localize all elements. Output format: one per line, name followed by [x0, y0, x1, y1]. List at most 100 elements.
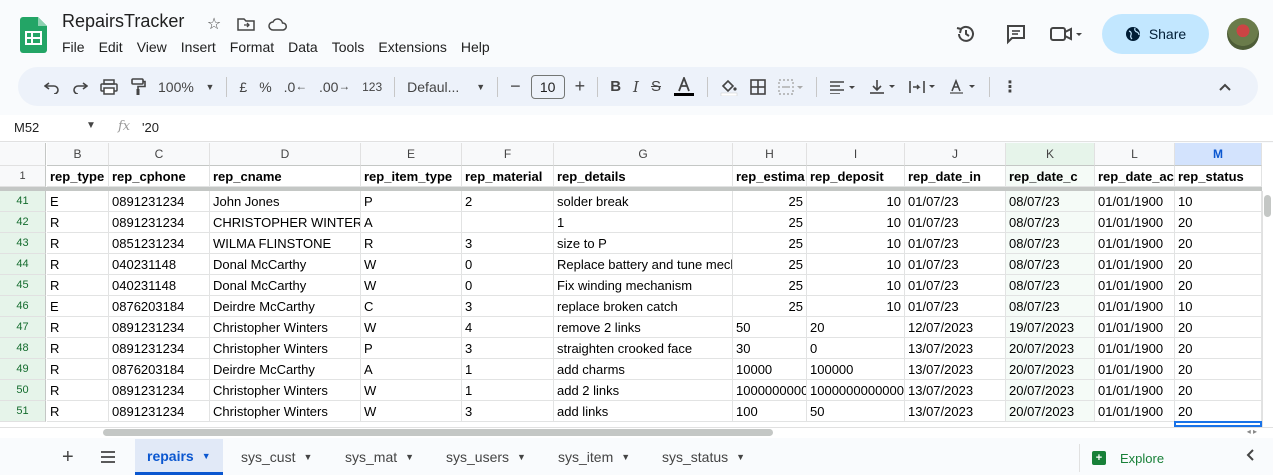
currency-format-button[interactable]: £ [233, 73, 253, 101]
table-cell[interactable]: P [361, 338, 462, 359]
table-cell[interactable]: W [361, 401, 462, 422]
table-cell[interactable]: Donal McCarthy [210, 275, 361, 296]
table-cell[interactable]: 50 [733, 317, 807, 338]
table-cell[interactable] [462, 212, 554, 233]
row-header[interactable]: 1 [0, 166, 46, 187]
table-cell[interactable]: 20/07/2023 [1006, 338, 1095, 359]
table-cell[interactable]: Fix winding mechanism [554, 275, 733, 296]
add-sheet-icon[interactable]: + [50, 439, 86, 475]
table-cell[interactable]: W [361, 317, 462, 338]
table-cell[interactable]: 50 [807, 401, 905, 422]
column-header-g[interactable]: G [554, 143, 733, 166]
column-header-d[interactable]: D [210, 143, 361, 166]
sheet-tab-sys-status[interactable]: sys_status ▼ [650, 439, 757, 475]
table-cell[interactable]: 0 [462, 254, 554, 275]
table-cell[interactable]: 20 [1175, 338, 1262, 359]
column-header-j[interactable]: J [905, 143, 1006, 166]
text-wrapping-icon[interactable] [903, 73, 943, 101]
menu-view[interactable]: View [137, 39, 167, 55]
table-cell[interactable]: 01/01/1900 [1095, 296, 1175, 317]
row-header[interactable]: 41 [0, 191, 46, 212]
vertical-scrollbar[interactable] [1262, 191, 1273, 427]
caret-down-icon[interactable]: ▼ [517, 452, 526, 462]
table-cell[interactable]: 0891231234 [109, 401, 210, 422]
table-cell[interactable]: 10000000000 [733, 380, 807, 401]
undo-icon[interactable] [38, 73, 66, 101]
table-cell[interactable]: W [361, 275, 462, 296]
header-cell[interactable]: rep_cphone [109, 166, 210, 187]
table-cell[interactable]: 10 [807, 275, 905, 296]
table-cell[interactable]: 12/07/2023 [905, 317, 1006, 338]
table-cell[interactable]: 01/01/1900 [1095, 401, 1175, 422]
table-cell[interactable]: 10 [807, 212, 905, 233]
paint-format-icon[interactable] [124, 73, 152, 101]
menu-extensions[interactable]: Extensions [378, 39, 446, 55]
table-cell[interactable]: 10 [1175, 191, 1262, 212]
zoom-select[interactable]: 100% ▼ [152, 73, 220, 101]
table-cell[interactable]: 20 [807, 317, 905, 338]
table-cell[interactable]: R [47, 233, 109, 254]
table-cell[interactable]: W [361, 254, 462, 275]
font-size-input[interactable]: 10 [530, 74, 565, 99]
table-cell[interactable]: 0891231234 [109, 338, 210, 359]
explore-button[interactable]: + Explore [1079, 444, 1209, 472]
column-header-k[interactable]: K [1006, 143, 1095, 166]
table-cell[interactable]: 01/01/1900 [1095, 359, 1175, 380]
table-cell[interactable]: 01/07/23 [905, 296, 1006, 317]
caret-down-icon[interactable]: ▼ [405, 452, 414, 462]
decrease-decimal-button[interactable]: .0 ← [278, 73, 313, 101]
table-cell[interactable]: 08/07/23 [1006, 191, 1095, 212]
table-cell[interactable]: 20/07/2023 [1006, 401, 1095, 422]
table-cell[interactable]: 20 [1175, 380, 1262, 401]
table-cell[interactable]: R [47, 380, 109, 401]
table-cell[interactable]: 13/07/2023 [905, 380, 1006, 401]
caret-down-icon[interactable]: ▼ [621, 452, 630, 462]
menu-tools[interactable]: Tools [332, 39, 365, 55]
table-cell[interactable]: 0851231234 [109, 233, 210, 254]
row-header[interactable]: 47 [0, 317, 46, 338]
table-cell[interactable]: 1 [462, 380, 554, 401]
table-cell[interactable]: R [47, 338, 109, 359]
table-cell[interactable]: 3 [462, 296, 554, 317]
table-cell[interactable]: straighten crooked face [554, 338, 733, 359]
table-cell[interactable]: 1000000000000 [807, 380, 905, 401]
table-cell[interactable]: 10 [1175, 296, 1262, 317]
table-cell[interactable]: 25 [733, 191, 807, 212]
redo-icon[interactable] [66, 73, 94, 101]
text-color-icon[interactable] [667, 73, 701, 101]
table-cell[interactable]: 08/07/23 [1006, 212, 1095, 233]
table-cell[interactable]: 10 [807, 233, 905, 254]
italic-icon[interactable]: I [627, 73, 645, 101]
fill-color-icon[interactable] [714, 73, 744, 101]
table-cell[interactable]: 20 [1175, 317, 1262, 338]
sheet-tab-sys-users[interactable]: sys_users ▼ [434, 439, 538, 475]
menu-data[interactable]: Data [288, 39, 318, 55]
table-cell[interactable]: 20/07/2023 [1006, 359, 1095, 380]
table-cell[interactable]: 040231148 [109, 275, 210, 296]
caret-down-icon[interactable]: ▼ [202, 451, 211, 461]
table-cell[interactable]: R [47, 212, 109, 233]
table-cell[interactable]: 25 [733, 275, 807, 296]
table-cell[interactable]: 25 [733, 254, 807, 275]
star-icon[interactable]: ☆ [203, 13, 225, 35]
table-cell[interactable]: Christopher Winters [210, 401, 361, 422]
more-options-icon[interactable]: ⋮ [996, 73, 1024, 101]
table-cell[interactable]: 040231148 [109, 254, 210, 275]
merge-cells-icon[interactable] [772, 73, 810, 101]
table-cell[interactable]: 01/01/1900 [1095, 191, 1175, 212]
avatar[interactable] [1227, 18, 1259, 50]
table-cell[interactable]: 0891231234 [109, 380, 210, 401]
all-sheets-icon[interactable] [88, 439, 128, 475]
table-cell[interactable]: 25 [733, 296, 807, 317]
table-cell[interactable]: R [361, 233, 462, 254]
table-cell[interactable]: 20 [1175, 275, 1262, 296]
table-cell[interactable]: replace broken catch [554, 296, 733, 317]
table-cell[interactable]: 13/07/2023 [905, 359, 1006, 380]
row-header[interactable]: 49 [0, 359, 46, 380]
table-cell[interactable]: 13/07/2023 [905, 338, 1006, 359]
caret-down-icon[interactable]: ▼ [736, 452, 745, 462]
table-cell[interactable]: 0891231234 [109, 317, 210, 338]
table-cell[interactable]: Deirdre McCarthy [210, 359, 361, 380]
header-cell[interactable]: rep_date_in [905, 166, 1006, 187]
table-cell[interactable]: 01/01/1900 [1095, 212, 1175, 233]
